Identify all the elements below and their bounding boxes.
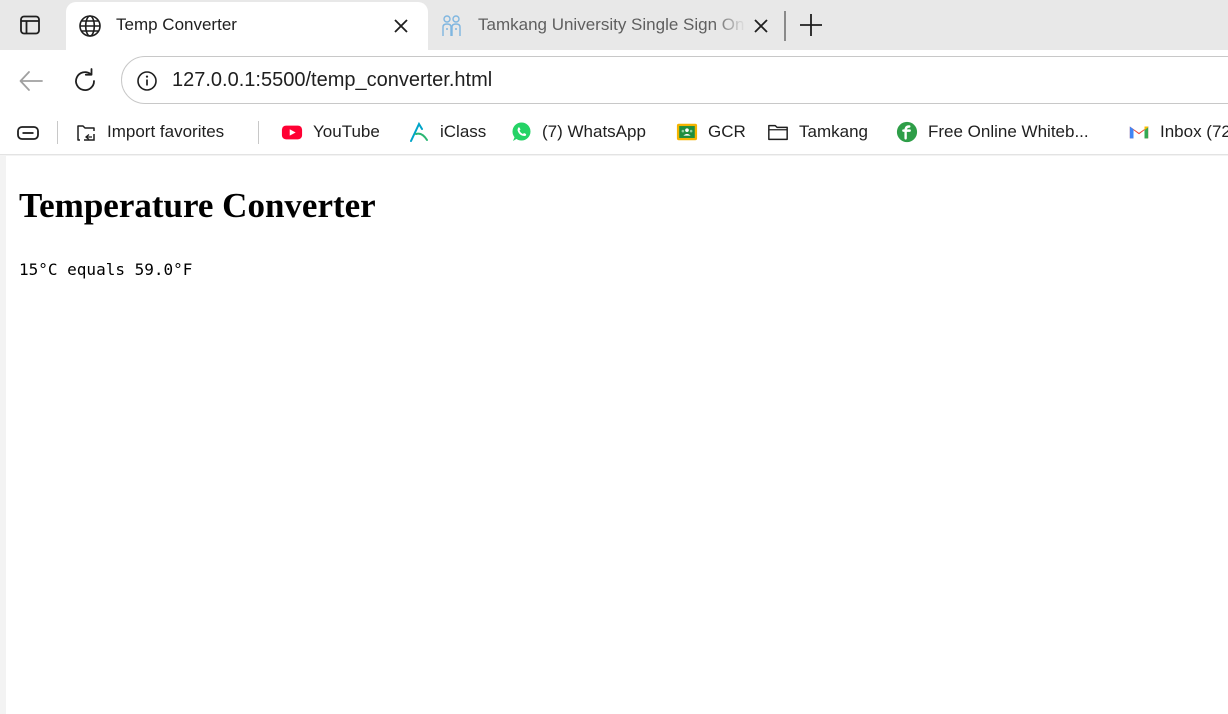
bookmark-import-favorites[interactable]: Import favorites [75, 120, 224, 144]
browser-window: Temp Converter Tamkang University Single… [0, 0, 1228, 714]
bookmark-youtube[interactable]: YouTube [281, 120, 380, 144]
bookmark-label: GCR [708, 122, 746, 141]
bookmark-label: Import favorites [107, 122, 225, 141]
bookmark-gcr[interactable]: GCR [676, 120, 746, 144]
youtube-icon [281, 125, 303, 140]
tab-title: Tamkang University Single Sign On [478, 15, 745, 34]
tab-actions-icon [20, 15, 40, 35]
bookmark-label: YouTube [313, 122, 380, 141]
bookmark-tamkang-folder[interactable]: Tamkang [767, 120, 868, 144]
iclass-icon [410, 121, 428, 142]
whatsapp-icon [512, 122, 531, 141]
bookmark-label: iClass [440, 122, 487, 141]
back-arrow-icon[interactable] [16, 66, 46, 96]
tab-actions-button[interactable] [14, 10, 46, 40]
close-tab-icon[interactable] [390, 15, 412, 37]
tab-tamkang-sso[interactable]: Tamkang University Single Sign On [428, 2, 780, 50]
bookmark-label: Free Online Whiteb... [928, 122, 1089, 141]
reload-icon[interactable] [70, 66, 100, 96]
page-title: Temperature Converter [19, 186, 376, 225]
bookmark-label: (7) WhatsApp [542, 122, 646, 141]
tab-temp-converter[interactable]: Temp Converter [66, 2, 428, 50]
site-info-icon[interactable] [136, 70, 158, 92]
bookmark-iclass[interactable]: iClass [408, 120, 486, 144]
folder-icon [768, 124, 788, 141]
bookmark-whatsapp[interactable]: (7) WhatsApp [510, 120, 646, 144]
bookmark-separator [57, 121, 58, 144]
google-classroom-icon [676, 123, 698, 141]
navigation-toolbar: 127.0.0.1:5500/temp_converter.html [0, 50, 1228, 110]
collections-icon[interactable] [16, 122, 40, 144]
page-content: Temperature Converter 15°C equals 59.0°F [6, 156, 1228, 714]
bookmark-whiteboard[interactable]: Free Online Whiteb... [896, 120, 1089, 144]
close-tab-icon[interactable] [750, 15, 772, 37]
tamkang-logo-icon [442, 15, 461, 36]
tab-strip: Temp Converter Tamkang University Single… [0, 0, 1228, 50]
bookmarks-bar: Import favorites YouTube iClass (7) What… [0, 110, 1228, 155]
globe-icon [79, 15, 101, 37]
tab-separator [784, 11, 786, 41]
tab-title: Temp Converter [116, 15, 237, 34]
address-bar[interactable]: 127.0.0.1:5500/temp_converter.html [121, 56, 1228, 104]
whiteboard-icon [896, 121, 918, 143]
url-text[interactable]: 127.0.0.1:5500/temp_converter.html [172, 69, 492, 92]
bookmark-separator [258, 121, 259, 144]
gmail-icon [1129, 126, 1149, 139]
bookmark-label: Tamkang [799, 122, 868, 141]
import-favorites-icon [77, 125, 95, 141]
bookmark-gmail-inbox[interactable]: Inbox (72 [1128, 120, 1228, 144]
new-tab-icon[interactable] [796, 10, 826, 40]
bookmark-label: Inbox (72 [1160, 122, 1228, 141]
conversion-result: 15°C equals 59.0°F [19, 260, 193, 279]
